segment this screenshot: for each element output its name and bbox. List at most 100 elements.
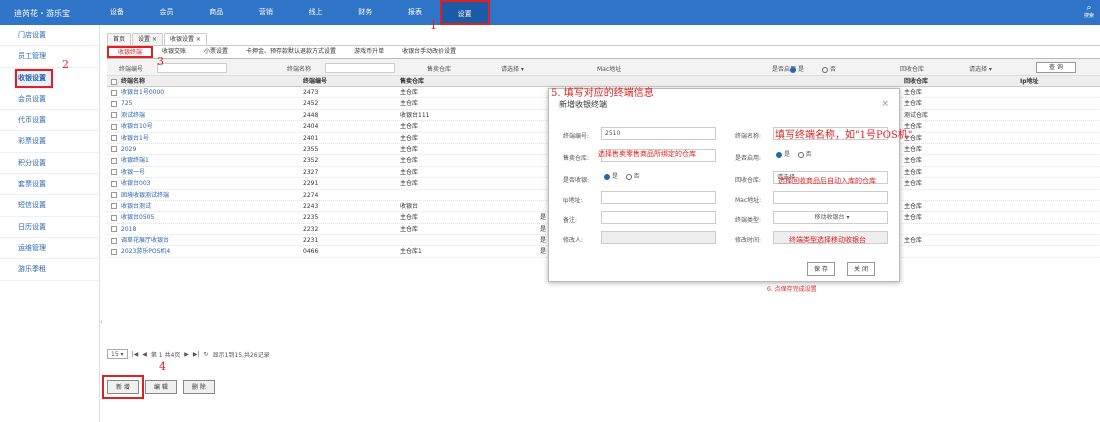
nav-online[interactable]: 线上 [291,0,341,25]
next-page-icon[interactable]: ▶ [184,351,189,358]
subtab-receipt[interactable]: 小票设置 [195,46,237,58]
add-button[interactable]: 新 增 [102,375,144,399]
table-cell: 主仓库 [904,134,923,142]
close-button[interactable]: 关 闭 [847,262,875,276]
table-cell: 2274 [303,191,319,199]
sidebar-item-calendar[interactable]: 日历设置 [0,217,99,238]
last-page-icon[interactable]: ▶| [193,351,200,358]
row-checkbox[interactable] [107,178,121,188]
row-checkbox[interactable] [107,87,121,97]
type-select[interactable]: 移动收银台 ▾ [773,211,888,224]
table-cell: 2327 [303,168,319,176]
back-label: 回收仓库: [735,177,762,184]
nav-device[interactable]: 设备 [92,0,142,25]
subtab-refund[interactable]: 卡押金、预存款默认退款方式设置 [237,46,345,58]
table-cell: 主仓库 [400,157,419,165]
subtab-terminal[interactable]: 收银终端 [107,46,154,58]
search-label: 搜索 [1083,13,1094,19]
sidebar-item-sms[interactable]: 短信设置 [0,195,99,217]
page-indicator[interactable]: 第 1 共4页 [151,350,180,359]
filter-recycle-select[interactable]: 请选择 ▾ [969,64,992,73]
table-cell[interactable]: 2023游乐POS机4 [121,246,303,256]
enable-no-radio[interactable]: 否 [797,151,812,158]
table-cell[interactable]: 收银台003 [121,178,303,188]
filter-enable-yes[interactable]: 是 [790,64,804,73]
row-checkbox[interactable] [107,133,121,143]
table-cell[interactable]: 调草花展厅收银台 [121,235,303,245]
page-size-select[interactable]: 15 ▾ [107,349,128,359]
table-cell[interactable]: 测试终端 [121,110,303,120]
table-cell[interactable]: 收银台0505 [121,212,303,222]
row-checkbox[interactable] [107,110,121,120]
filter-enable-no[interactable]: 否 [822,64,836,73]
nav-goods[interactable]: 商品 [191,0,241,25]
remark-field[interactable] [601,211,716,224]
delete-button[interactable]: 删 除 [182,380,215,394]
sidebar-item-store[interactable]: 门店设置 [0,25,99,47]
filter-name-input[interactable] [325,63,395,73]
sidebar-item-package[interactable]: 套票设置 [0,174,99,196]
table-cell[interactable]: 收银台1号0000 [121,87,303,97]
tab-cashier-settings[interactable]: 收银设置 × [163,33,207,45]
filter-code-input[interactable] [157,63,227,73]
sidebar-item-staff[interactable]: 员工管理 [0,46,99,68]
tab-settings[interactable]: 设置 × [132,33,163,45]
enable-yes-radio[interactable]: 是 [776,151,790,158]
table-cell[interactable]: 2018 [121,224,303,234]
code-field[interactable]: 2510 [601,127,716,140]
subtab-coin[interactable]: 游戏币升单 [345,46,393,58]
close-icon[interactable]: × [881,99,889,109]
sidebar-item-token[interactable]: 代币设置 [0,110,99,132]
collapse-icon[interactable]: ‹ [100,318,103,326]
search-icon[interactable]: ⌕ 搜索 [1084,4,1094,20]
row-checkbox[interactable] [107,212,121,222]
row-checkbox[interactable] [107,167,121,177]
sidebar-item-season[interactable]: 游乐季租 [0,259,99,281]
table-cell[interactable]: 收银台1号 [121,133,303,143]
nav-settings[interactable]: 设置 [439,0,490,25]
first-page-icon[interactable]: |◀ [132,351,139,358]
row-checkbox[interactable] [107,201,121,211]
row-checkbox[interactable] [107,224,121,234]
table-cell[interactable]: 固境收银测试终端 [121,190,303,200]
row-checkbox[interactable] [107,121,121,131]
row-checkbox[interactable] [107,246,121,256]
tab-home[interactable]: 首页 [107,33,132,45]
sidebar-item-member[interactable]: 会员设置 [0,89,99,111]
row-checkbox[interactable] [107,235,121,245]
mac-field[interactable] [773,191,888,204]
row-checkbox[interactable] [107,155,121,165]
annotation-name-tip: 填写终端名称，如"1号POS机" [775,130,913,141]
table-cell[interactable]: 2029 [121,144,303,154]
table-cell[interactable]: 收银台测试 [121,201,303,211]
brand-logo: 迪芮花・游乐宝 [14,9,70,18]
header-checkbox[interactable] [107,76,121,86]
query-button[interactable]: 查 询 [1036,62,1076,73]
table-cell[interactable]: 收银一号 [121,167,303,177]
recycle-yes-radio[interactable]: 是 [604,173,618,180]
table-cell: 2355 [303,145,319,153]
sidebar-item-cashier[interactable]: 收银设置 [14,67,54,89]
table-cell[interactable]: 725 [121,98,303,108]
nav-marketing[interactable]: 营销 [241,0,291,25]
row-checkbox[interactable] [107,190,121,200]
row-checkbox[interactable] [107,144,121,154]
filter-sale-select[interactable]: 请选择 ▾ [501,64,524,73]
sidebar-item-ops[interactable]: 运维管理 [0,238,99,260]
refresh-icon[interactable]: ↻ [204,351,209,358]
sidebar-item-points[interactable]: 积分设置 [0,153,99,175]
row-checkbox[interactable] [107,98,121,108]
prev-page-icon[interactable]: ◀ [142,351,147,358]
ip-field[interactable] [601,191,716,204]
sidebar-item-lottery[interactable]: 彩票设置 [0,131,99,153]
table-cell[interactable]: 收银台10号 [121,121,303,131]
nav-finance[interactable]: 财务 [340,0,390,25]
recycle-no-radio[interactable]: 否 [625,173,640,180]
subtab-price[interactable]: 收银台手动改价设置 [393,46,465,58]
remark-label: 备注: [563,217,578,224]
save-button[interactable]: 保 存 [807,262,835,276]
radio-yes-icon [790,66,796,73]
table-cell[interactable]: 收银终端1 [121,155,303,165]
edit-button[interactable]: 编 辑 [144,380,177,394]
nav-member[interactable]: 会员 [142,0,192,25]
